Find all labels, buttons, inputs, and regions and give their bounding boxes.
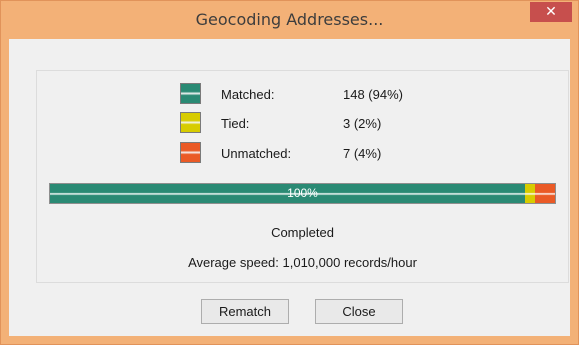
unmatched-swatch <box>180 142 201 163</box>
rematch-button[interactable]: Rematch <box>201 299 289 324</box>
legend-row-tied: Tied: 3 (2%) <box>37 112 568 136</box>
unmatched-value: 7 (4%) <box>343 146 382 161</box>
results-group: Matched: 148 (94%) Tied: 3 (2%) Unmatche… <box>36 70 569 283</box>
progress-bar: 100% <box>49 183 556 204</box>
dialog-body: Matched: 148 (94%) Tied: 3 (2%) Unmatche… <box>9 39 570 336</box>
matched-label: Matched: <box>221 87 275 102</box>
title-bar[interactable]: Geocoding Addresses... ✕ <box>1 1 578 39</box>
dialog-title: Geocoding Addresses... <box>195 10 384 29</box>
close-button[interactable]: Close <box>315 299 403 324</box>
progress-percent: 100% <box>287 186 318 200</box>
tied-swatch <box>180 112 201 133</box>
matched-value: 148 (94%) <box>343 87 403 102</box>
tied-label: Tied: <box>221 116 250 131</box>
close-icon[interactable]: ✕ <box>530 2 572 22</box>
legend-row-unmatched: Unmatched: 7 (4%) <box>37 142 568 166</box>
speed-text: Average speed: 1,010,000 records/hour <box>188 255 417 270</box>
status-text: Completed <box>271 225 334 240</box>
dialog-window: Geocoding Addresses... ✕ Matched: 148 (9… <box>0 0 579 345</box>
unmatched-label: Unmatched: <box>221 146 292 161</box>
legend-row-matched: Matched: 148 (94%) <box>37 83 568 107</box>
matched-swatch <box>180 83 201 104</box>
tied-value: 3 (2%) <box>343 116 382 131</box>
